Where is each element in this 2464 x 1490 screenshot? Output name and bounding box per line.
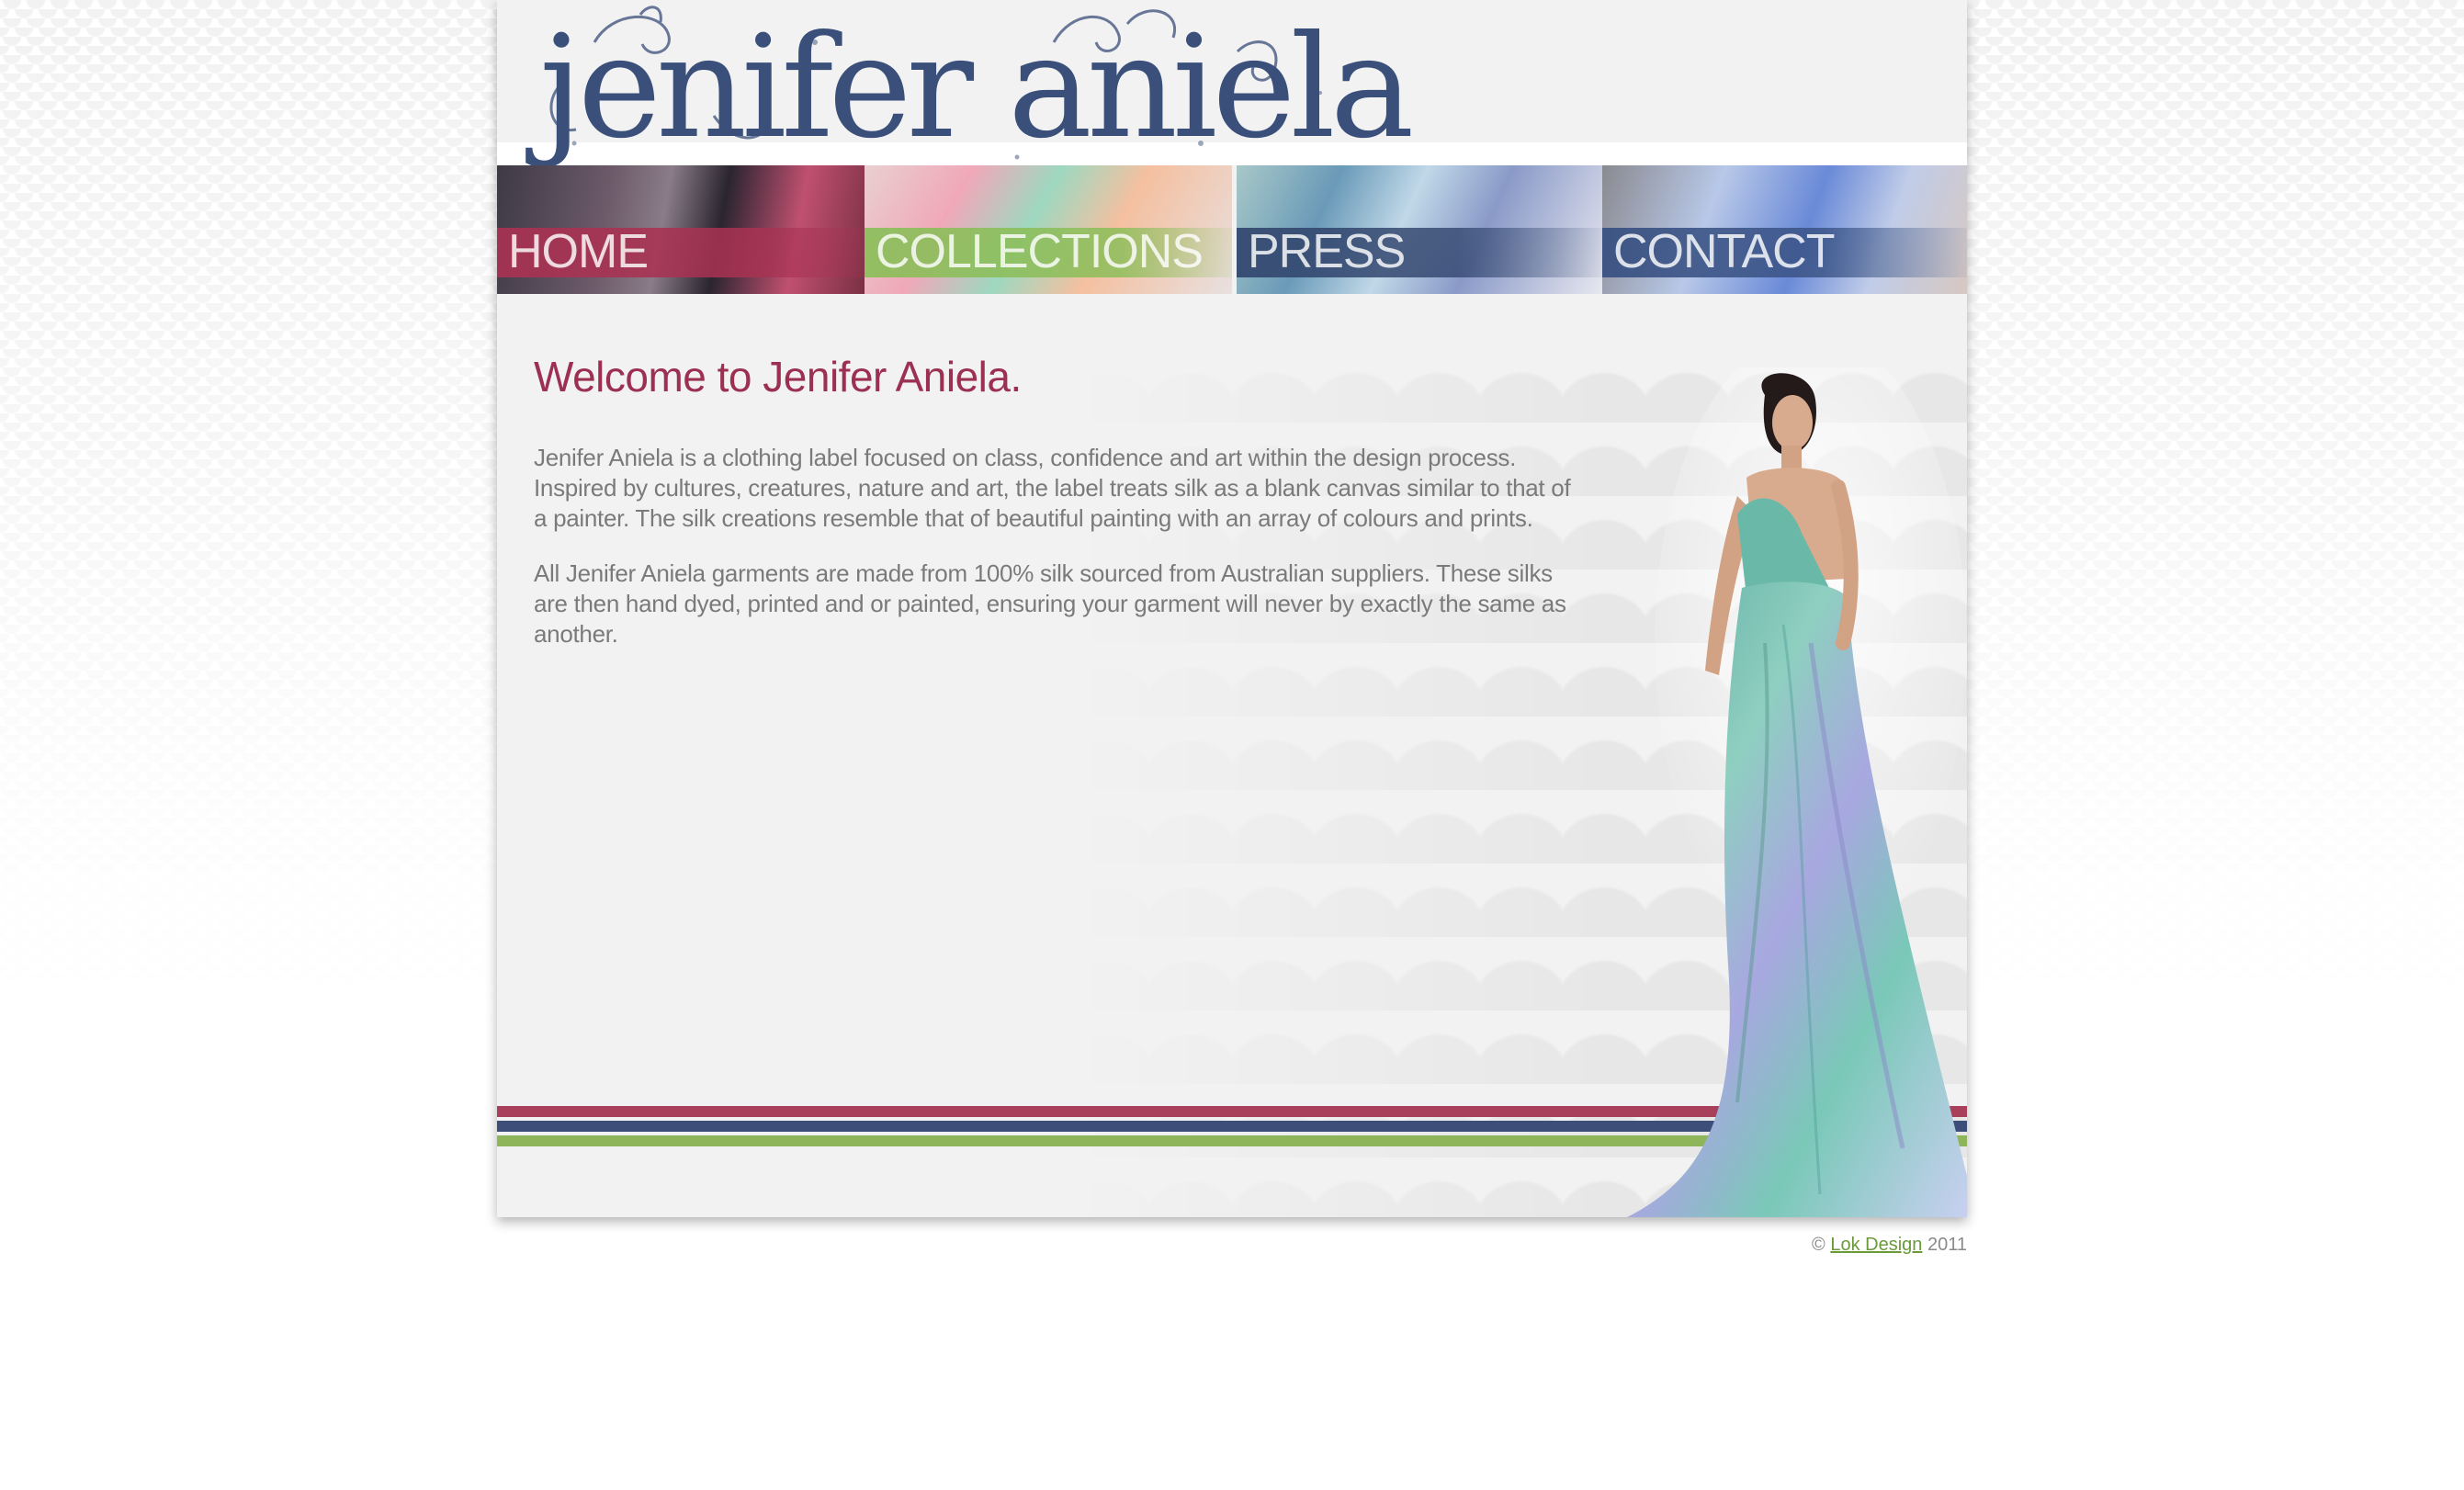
nav-item-press[interactable]: PRESS <box>1237 165 1604 294</box>
nav-item-home[interactable]: HOME <box>497 165 865 294</box>
nav-contact-label: CONTACT <box>1613 225 1835 278</box>
model-in-silk-gown-image <box>1627 367 1967 1217</box>
nav-home-label: HOME <box>508 225 649 278</box>
copyright-symbol: © <box>1812 1235 1825 1255</box>
page-container: jenifer aniela HOME COLLECTIONS PRESS CO… <box>497 0 1967 1217</box>
footer-year: 2011 <box>1927 1235 1967 1255</box>
page-title: Welcome to Jenifer Aniela. <box>534 353 1022 401</box>
site-header: jenifer aniela <box>497 0 1967 170</box>
lok-design-link[interactable]: Lok Design <box>1830 1235 1922 1255</box>
intro-paragraph: Jenifer Aniela is a clothing label focus… <box>534 444 1571 532</box>
logo-text: jenifer aniela <box>539 6 1414 170</box>
silk-paragraph: All Jenifer Aniela garments are made fro… <box>534 559 1566 648</box>
nav-collections-label: COLLECTIONS <box>876 225 1204 278</box>
nav-item-contact[interactable]: CONTACT <box>1602 165 1967 294</box>
logo-link[interactable]: jenifer aniela <box>539 6 1458 180</box>
nav-press-label: PRESS <box>1248 225 1406 278</box>
main-content: Welcome to Jenifer Aniela. Jenifer Aniel… <box>534 349 1571 648</box>
main-nav: HOME COLLECTIONS PRESS CONTACT <box>497 165 1967 294</box>
nav-item-collections[interactable]: COLLECTIONS <box>865 165 1232 294</box>
footer: © Lok Design 2011 <box>1806 1235 1967 1256</box>
